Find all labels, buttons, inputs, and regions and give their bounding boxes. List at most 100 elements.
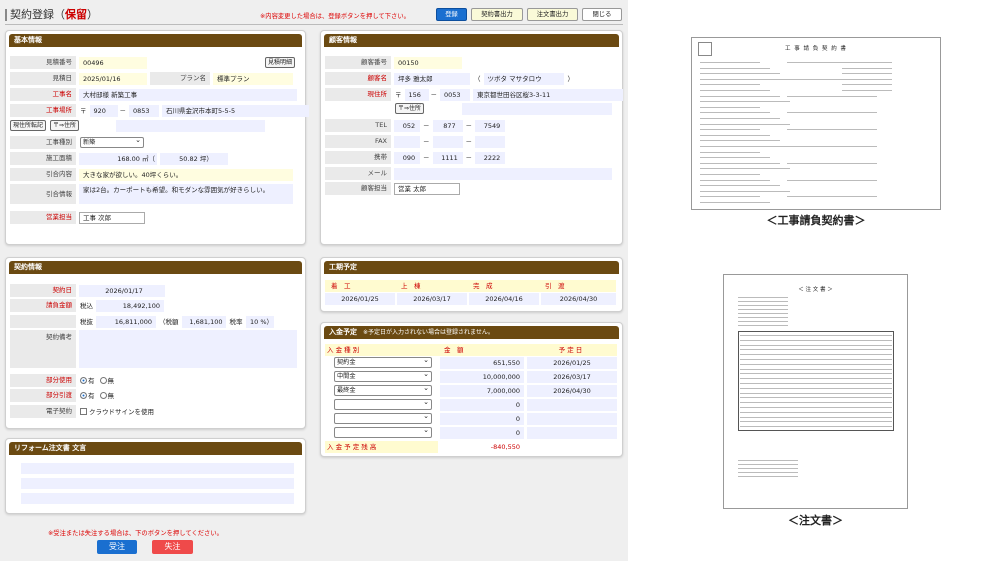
doc-text-line (738, 325, 788, 326)
partial-handover-yes[interactable]: 有 (80, 390, 95, 402)
schedule-date-frame[interactable]: 2026/03/17 (397, 293, 467, 305)
contract-date-input[interactable]: 2026/01/17 (79, 284, 165, 297)
doc-text-line (700, 140, 780, 142)
customer-zip-to-address-button[interactable]: 〒⇒住所 (395, 103, 425, 114)
partial-use-yes[interactable]: 有 (80, 375, 95, 387)
radio-on-icon[interactable] (80, 377, 87, 384)
work-zip2[interactable]: 0853 (129, 104, 159, 117)
schedule-date-handover[interactable]: 2026/04/30 (541, 293, 616, 305)
payment-row: 0 (325, 426, 617, 439)
mobile-dash2: － (465, 153, 473, 162)
tax-amount-input[interactable]: 1,681,100 (181, 315, 226, 328)
mail-input[interactable] (394, 167, 612, 180)
work-name-value[interactable]: 大村邸様 新築工事 (79, 88, 297, 101)
tel1-input[interactable]: 052 (394, 119, 420, 132)
fax2-input[interactable] (432, 135, 463, 148)
customer-name-input[interactable]: 坪多 雅太郎 (394, 72, 470, 85)
payment-date-input[interactable] (527, 427, 617, 439)
status-label: 保留 (65, 8, 87, 21)
work-address[interactable]: 石川県金沢市本町5-5-5 (162, 104, 309, 117)
doc-text-line (740, 373, 892, 375)
payment-date-input[interactable] (527, 413, 617, 425)
payment-type-select[interactable]: 契約金 (334, 356, 432, 368)
customer-mobile-row: 携帯 090 － 1111 － 2222 (325, 151, 505, 164)
copy-current-address-button[interactable]: 現住所転記 (10, 120, 46, 131)
payment-amount-input[interactable]: 651,550 (440, 357, 524, 369)
contract-info-title: 契約情報 (9, 261, 302, 274)
won-button[interactable]: 受注 (97, 540, 137, 554)
payment-type-select[interactable] (334, 426, 432, 438)
contract-doc-preview[interactable]: 工 事 請 負 契 約 書 (691, 37, 941, 210)
customer-address2-input[interactable] (462, 102, 613, 115)
floor-area-tsubo[interactable]: 50.82 坪） (160, 152, 228, 165)
tax-rate-input[interactable]: 10 %） (245, 315, 274, 328)
order-output-button[interactable]: 注文書出力 (527, 8, 578, 21)
schedule-date-complete[interactable]: 2026/04/16 (469, 293, 539, 305)
reform-line-3[interactable] (21, 493, 294, 504)
customer-zip1[interactable]: 156 (404, 88, 429, 101)
handover-value[interactable]: 大きな家が欲しい。40坪くらい。 (79, 168, 293, 181)
cloud-sign-checkbox[interactable]: クラウドサインを使用 (80, 406, 154, 418)
payment-type-select[interactable]: 中間金 (334, 370, 432, 382)
close-button[interactable]: 閉じる (582, 8, 622, 21)
estimate-date-value: 2025/01/16 (79, 72, 147, 85)
lost-button[interactable]: 失注 (152, 540, 193, 554)
work-address2[interactable] (116, 119, 266, 132)
radio-on-icon[interactable] (80, 392, 87, 399)
estimate-detail-button[interactable]: 見積明細 (265, 57, 296, 68)
payment-date-input[interactable]: 2026/04/30 (527, 385, 617, 397)
payment-type-select[interactable] (334, 398, 432, 410)
payment-amount-input[interactable]: 7,000,000 (440, 385, 524, 397)
schedule-date-start[interactable]: 2026/01/25 (325, 293, 395, 305)
checkbox-icon[interactable] (80, 408, 87, 415)
reform-line-1[interactable] (21, 463, 294, 474)
sales-input[interactable]: 工事 次郎 (79, 211, 145, 224)
order-doc-caption: ＜注文書＞ (788, 514, 843, 527)
customer-staff-input[interactable]: 営業 太郎 (394, 182, 460, 195)
payment-type-select[interactable] (334, 412, 432, 424)
handover-info-label: 引合情報 (10, 184, 76, 204)
payment-type-select[interactable]: 最終金 (334, 384, 432, 396)
customer-zip2[interactable]: 0053 (440, 88, 470, 101)
tax-in-input[interactable]: 18,492,100 (96, 299, 164, 312)
fax1-input[interactable] (394, 135, 420, 148)
payment-amount-input[interactable]: 0 (440, 427, 524, 439)
doc-text-line (700, 84, 760, 86)
radio-off-icon[interactable] (99, 392, 107, 399)
work-type-select[interactable]: 新築 (80, 136, 144, 148)
order-doc-preview[interactable]: ＜ 注 文 書 ＞ (723, 274, 908, 509)
mobile1-input[interactable]: 090 (394, 151, 420, 164)
contract-remarks-textarea[interactable] (79, 330, 297, 368)
customer-no-label: 顧客番号 (325, 56, 391, 69)
customer-kana-input[interactable]: ツボタ マサタロウ (483, 72, 564, 85)
mobile2-input[interactable]: 1111 (432, 151, 463, 164)
radio-off-icon[interactable] (99, 377, 107, 384)
contract-output-button[interactable]: 契約書出力 (471, 8, 523, 21)
fax3-input[interactable] (475, 135, 505, 148)
tax-ex-input[interactable]: 16,811,000 (96, 315, 156, 328)
reform-line-2[interactable] (21, 478, 294, 489)
customer-address-input[interactable]: 東京都世田谷区桜3-3-11 (473, 88, 623, 101)
partial-use-no[interactable]: 無 (99, 375, 114, 387)
tel3-input[interactable]: 7549 (475, 119, 505, 132)
doc-text-line (700, 146, 790, 147)
payment-amount-input[interactable]: 10,000,000 (440, 371, 524, 383)
payment-date-input[interactable] (527, 399, 617, 411)
register-button[interactable]: 登録 (436, 8, 467, 21)
contract-doc-caption: ＜工事請負契約書＞ (766, 214, 866, 227)
doc-text-line (738, 468, 798, 469)
handover-info-textarea[interactable]: 家は2台。カーポートも希望。和モダンな雰囲気が好きらしい。 (79, 184, 293, 204)
mobile-dash1: － (423, 153, 430, 162)
payment-amount-input[interactable]: 0 (440, 399, 524, 411)
floor-area-row: 施工面積 168.00 ㎡（ 50.82 坪） (10, 152, 228, 165)
payment-amount-input[interactable]: 0 (440, 413, 524, 425)
floor-area-m2[interactable]: 168.00 ㎡（ (79, 152, 157, 165)
partial-handover-no[interactable]: 無 (99, 390, 114, 402)
work-zip-to-address-button[interactable]: 〒⇒住所 (50, 120, 80, 131)
tel2-input[interactable]: 877 (432, 119, 463, 132)
work-zip1[interactable]: 920 (89, 104, 118, 117)
mobile3-input[interactable]: 2222 (475, 151, 505, 164)
contract-doc-title: 工 事 請 負 契 約 書 (785, 46, 847, 52)
payment-date-input[interactable]: 2026/01/25 (527, 357, 617, 369)
payment-date-input[interactable]: 2026/03/17 (527, 371, 617, 383)
